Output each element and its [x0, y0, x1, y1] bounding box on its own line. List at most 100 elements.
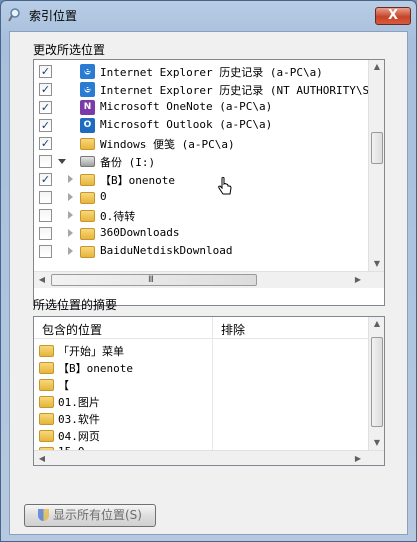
scroll-up-arrow[interactable]: ▲ [369, 62, 384, 71]
change-locations-tree[interactable]: ✓ e Internet Explorer 历史记录 (a-PC\a) ✓ e Inter… [33, 59, 385, 306]
location-checkbox[interactable] [39, 191, 52, 204]
summary-row[interactable]: 【B】onenote [34, 359, 364, 377]
summary-row[interactable]: 03.软件 [34, 410, 364, 428]
location-checkbox[interactable]: ✓ [39, 101, 52, 114]
tree-row[interactable]: ✓ 【B】onenote [34, 171, 364, 189]
folder-icon [80, 246, 95, 258]
scroll-right-arrow[interactable]: ▶ [350, 275, 366, 284]
location-checkbox[interactable] [39, 155, 52, 168]
shield-icon [38, 509, 49, 521]
ie-icon: e [80, 64, 95, 79]
collapse-arrow-icon[interactable] [58, 159, 66, 164]
onenote-icon: N [80, 100, 95, 115]
scroll-down-arrow[interactable]: ▼ [369, 438, 384, 447]
expand-arrow-icon[interactable] [68, 193, 73, 201]
dialog-client-area: 更改所选位置 ✓ e Internet Explorer 历史记录 (a-PC\a)… [9, 31, 408, 535]
tree-row[interactable]: ✓ O Microsoft Outlook (a-PC\a) [34, 117, 364, 135]
tree-row-label: 备份 (I:) [100, 156, 156, 169]
scroll-up-arrow[interactable]: ▲ [369, 319, 384, 328]
expand-arrow-icon[interactable] [68, 229, 73, 237]
close-button[interactable]: X [375, 7, 411, 25]
summary-list[interactable]: 包含的位置 排除 「开始」菜单 【B】onenote 【 01.图片 03.软件 04.网… [33, 316, 385, 466]
summary-row[interactable]: 01.图片 [34, 393, 364, 411]
horizontal-scrollbar[interactable]: ◀ III ▶ [34, 271, 384, 288]
tree-row-label: Internet Explorer 历史记录 (NT AUTHORITY\SYS… [100, 84, 385, 97]
ie-icon: e [80, 82, 95, 97]
folder-icon [39, 379, 54, 391]
location-checkbox[interactable]: ✓ [39, 119, 52, 132]
folder-icon [39, 430, 54, 442]
grip-icon: III [148, 275, 154, 285]
folder-icon [80, 228, 95, 240]
tree-row-label: Internet Explorer 历史记录 (a-PC\a) [100, 66, 323, 79]
folder-icon [80, 192, 95, 204]
tree-row[interactable]: BaiduNetdiskDownload [34, 243, 364, 261]
tree-row[interactable]: ✓ e Internet Explorer 历史记录 (a-PC\a) [34, 63, 364, 81]
expand-arrow-icon[interactable] [68, 175, 73, 183]
folder-icon [80, 210, 95, 222]
summary-row-label: 01.图片 [58, 396, 100, 409]
column-excluded[interactable]: 排除 [221, 321, 245, 338]
tree-row-label: BaiduNetdiskDownload [100, 244, 233, 257]
expand-arrow-icon[interactable] [68, 211, 73, 219]
tree-row[interactable]: 0 [34, 189, 364, 207]
search-icon [8, 8, 20, 22]
tree-row-label: 0.待转 [100, 210, 136, 223]
tree-row[interactable]: 备份 (I:) [34, 153, 364, 171]
hand-cursor-icon [218, 177, 232, 195]
scroll-thumb[interactable] [371, 132, 383, 164]
location-checkbox[interactable]: ✓ [39, 173, 52, 186]
tree-row-label: Microsoft Outlook (a-PC\a) [100, 118, 273, 131]
tree-row-label: 360Downloads [100, 226, 180, 239]
drive-icon [80, 156, 95, 167]
tree-row[interactable]: 0.待转 [34, 207, 364, 225]
tree-row[interactable]: ✓ Windows 便笺 (a-PC\a) [34, 135, 364, 153]
summary-row-label: 03.软件 [58, 413, 100, 426]
scroll-left-arrow[interactable]: ◀ [34, 454, 50, 463]
location-checkbox[interactable]: ✓ [39, 83, 52, 96]
folder-icon [39, 362, 54, 374]
summary-row[interactable]: 04.网页 [34, 427, 364, 445]
tree-row-label: 【B】onenote [100, 174, 175, 187]
column-included[interactable]: 包含的位置 [42, 321, 102, 338]
window-title: 索引位置 [29, 9, 78, 23]
change-locations-label: 更改所选位置 [33, 43, 106, 57]
summary-vertical-scrollbar[interactable]: ▲ ▼ [368, 317, 384, 450]
title-bar[interactable]: 索引位置 X [1, 1, 416, 29]
summary-row-label: 04.网页 [58, 430, 100, 443]
folder-icon [39, 413, 54, 425]
folder-icon [39, 396, 54, 408]
summary-row-label: 「开始」菜单 [58, 345, 124, 358]
location-checkbox[interactable]: ✓ [39, 65, 52, 78]
scroll-thumb-horizontal[interactable]: III [51, 274, 257, 286]
folder-icon [39, 345, 54, 357]
tree-row[interactable]: 360Downloads [34, 225, 364, 243]
scroll-down-arrow[interactable]: ▼ [369, 259, 384, 268]
scroll-thumb[interactable] [371, 337, 383, 427]
summary-row-label: 【B】onenote [58, 362, 133, 375]
scroll-right-arrow[interactable]: ▶ [350, 454, 366, 463]
location-checkbox[interactable] [39, 209, 52, 222]
tree-row[interactable]: ✓ N Microsoft OneNote (a-PC\a) [34, 99, 364, 117]
summary-horizontal-scrollbar[interactable]: ◀ ▶ [34, 450, 384, 465]
outlook-icon: O [80, 118, 95, 133]
summary-row[interactable]: 「开始」菜单 [34, 342, 364, 360]
summary-row[interactable]: 【 [34, 376, 364, 394]
tree-row-label: Microsoft OneNote (a-PC\a) [100, 100, 273, 113]
show-all-locations-button[interactable]: 显示所有位置(S) [24, 504, 156, 527]
tree-row-label: Windows 便笺 (a-PC\a) [100, 138, 235, 151]
indexed-locations-window: 索引位置 X 更改所选位置 ✓ e Internet Explorer 历史记录 (… [0, 0, 417, 542]
location-checkbox[interactable] [39, 227, 52, 240]
folder-icon [80, 138, 95, 150]
summary-label: 所选位置的摘要 [33, 298, 118, 312]
expand-arrow-icon[interactable] [68, 247, 73, 255]
show-all-label: 显示所有位置(S) [53, 508, 142, 522]
summary-header: 包含的位置 排除 [34, 317, 368, 339]
location-checkbox[interactable] [39, 245, 52, 258]
tree-row-label: 0 [100, 190, 107, 203]
vertical-scrollbar[interactable]: ▲ ▼ [368, 60, 384, 271]
location-checkbox[interactable]: ✓ [39, 137, 52, 150]
scroll-left-arrow[interactable]: ◀ [34, 275, 50, 284]
tree-row[interactable]: ✓ e Internet Explorer 历史记录 (NT AUTHORITY\S… [34, 81, 384, 99]
folder-icon [80, 174, 95, 186]
